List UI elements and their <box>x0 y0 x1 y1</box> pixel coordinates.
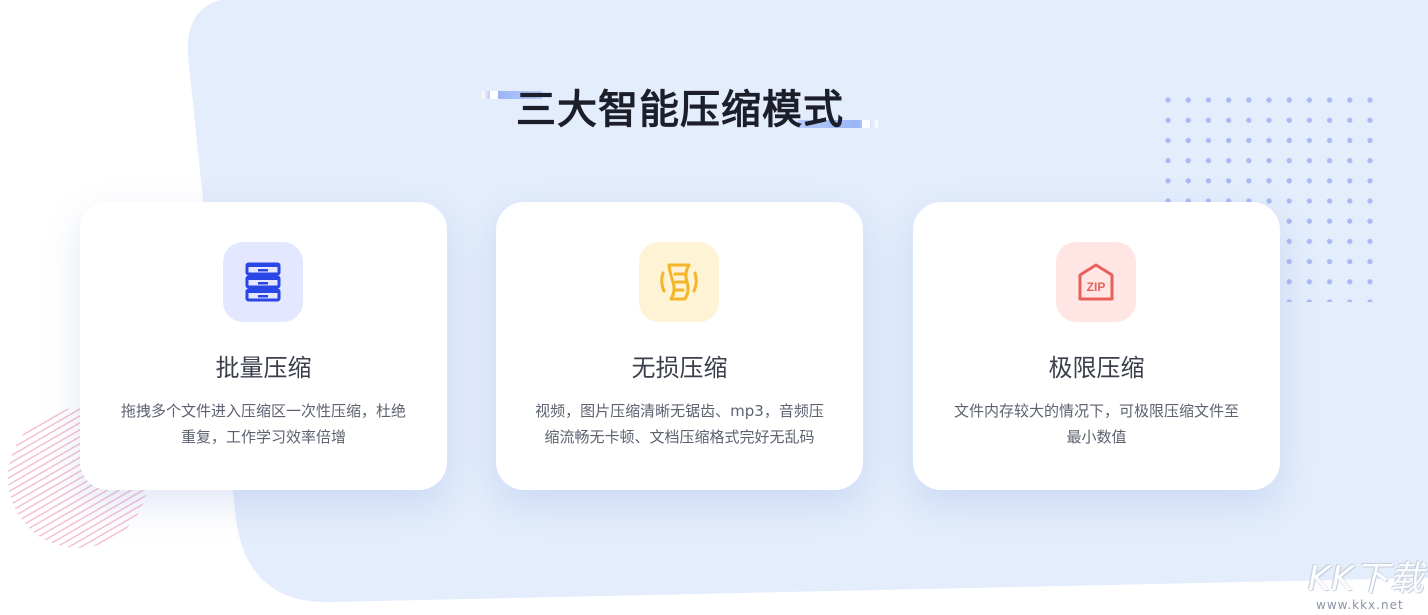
icon-tile <box>639 242 719 322</box>
icon-tile <box>223 242 303 322</box>
site-watermark: KK下载 www.kkx.net <box>1308 560 1426 615</box>
card-description-line: 缩流畅无卡顿、文档压缩格式完好无乱码 <box>544 428 815 446</box>
section-title: 三大智能压缩模式 <box>516 87 844 133</box>
scroll-document-icon <box>660 263 698 301</box>
watermark-logo-text: KK下载 <box>1308 559 1425 599</box>
card-title: 极限压缩 <box>1048 354 1145 382</box>
svg-text:ZIP: ZIP <box>1087 280 1106 294</box>
feature-card-extreme[interactable]: ZIP 极限压缩 文件内存较大的情况下，可极限压缩文件至 最小数值 <box>913 202 1280 490</box>
card-title: 无损压缩 <box>631 354 728 382</box>
card-description-line: 拖拽多个文件进入压缩区一次性压缩，杜绝 <box>120 402 406 420</box>
section-title-block: 三大智能压缩模式 <box>480 82 880 134</box>
card-description-line: 视频，图片压缩清晰无锯齿、mp3，音频压 <box>535 402 824 420</box>
zip-file-icon: ZIP <box>1078 263 1114 301</box>
server-stack-icon <box>245 262 281 302</box>
feature-section: 三大智能压缩模式 批量压缩 拖拽多个文件进入压缩区一次性压缩，杜绝 重复，工作学… <box>0 0 1428 615</box>
watermark-url: www.kkx.net <box>1316 598 1404 612</box>
card-description: 视频，图片压缩清晰无锯齿、mp3，音频压 缩流畅无卡顿、文档压缩格式完好无乱码 <box>524 398 835 450</box>
card-description: 拖拽多个文件进入压缩区一次性压缩，杜绝 重复，工作学习效率倍增 <box>108 398 419 450</box>
card-description-line: 文件内存较大的情况下，可极限压缩文件至 <box>953 402 1239 420</box>
feature-card-batch[interactable]: 批量压缩 拖拽多个文件进入压缩区一次性压缩，杜绝 重复，工作学习效率倍增 <box>80 202 447 490</box>
card-title: 批量压缩 <box>215 354 312 382</box>
icon-tile: ZIP <box>1056 242 1136 322</box>
feature-card-lossless[interactable]: 无损压缩 视频，图片压缩清晰无锯齿、mp3，音频压 缩流畅无卡顿、文档压缩格式完… <box>496 202 863 490</box>
card-description: 文件内存较大的情况下，可极限压缩文件至 最小数值 <box>941 398 1252 450</box>
card-description-line: 重复，工作学习效率倍增 <box>180 428 346 446</box>
card-description-line: 最小数值 <box>1066 428 1127 446</box>
